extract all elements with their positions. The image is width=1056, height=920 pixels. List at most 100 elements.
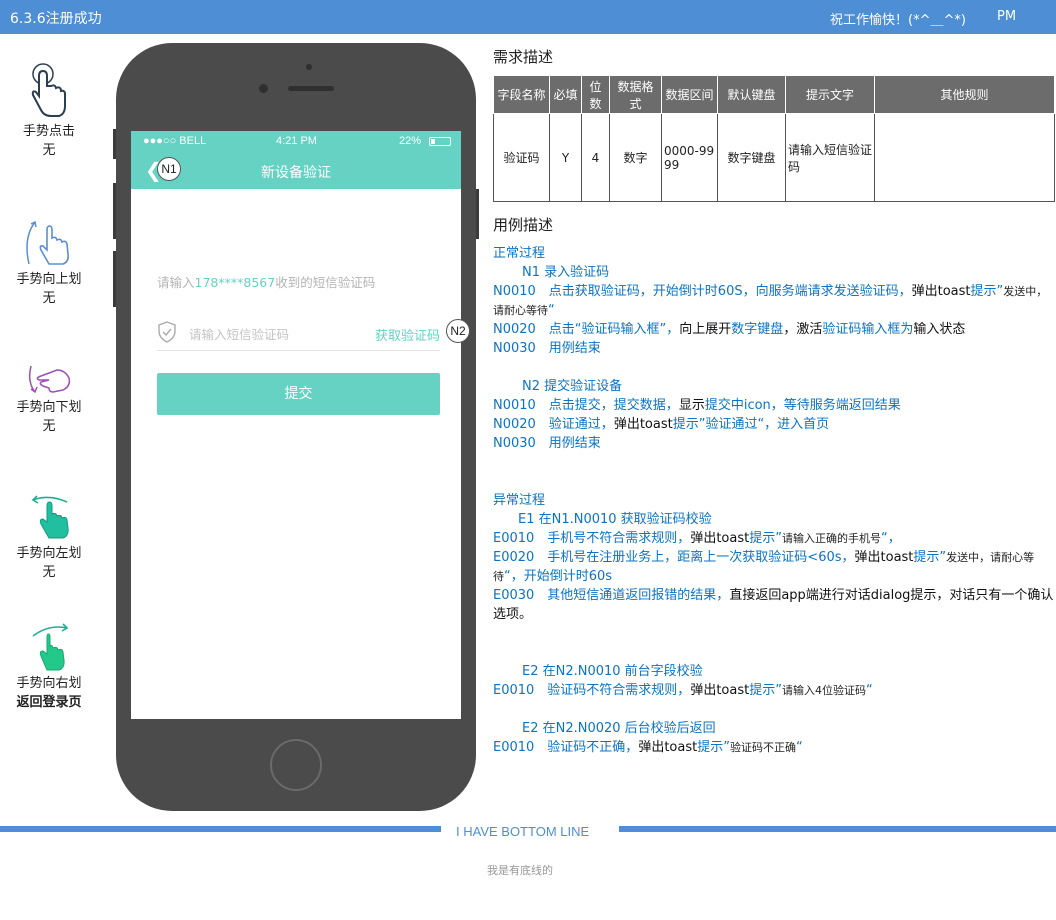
table-cell: Y — [549, 113, 582, 202]
step-text: “， — [880, 531, 901, 546]
step-text: 提示” — [749, 531, 782, 546]
earpiece-speaker — [288, 86, 334, 91]
table-cell: 数字键盘 — [717, 113, 786, 202]
usecase-e2a-block: E2 在N2.N0010 前台字段校验 E0010 验证码不符合需求规则，弹出t… — [493, 662, 1055, 700]
normal-process-title: 正常过程 — [493, 246, 546, 261]
gesture-label: 手势向右划 — [16, 676, 82, 691]
hint-suffix: 收到的短信验证码 — [275, 275, 376, 290]
home-button[interactable] — [270, 739, 322, 791]
bottom-line-text: I HAVE BOTTOM LINE — [456, 824, 590, 839]
annotation-badge-n1: N1 — [157, 157, 181, 181]
step-text: “，开始倒计时60s — [504, 569, 613, 584]
step-text: “ — [548, 303, 555, 318]
e1-step-0010: E0010 手机号不符合需求规则，弹出toast提示”请输入正确的手机号“， — [493, 529, 1055, 548]
hint-prefix: 请输入 — [157, 275, 195, 290]
gesture-action: 无 — [42, 419, 56, 434]
step-text: E0030 其他短信通道返回报错的结果， — [493, 588, 730, 603]
phone-mockup: ●●●○○ BELL 4:21 PM 22% ❮ 新设备验证 N1 请输入178… — [113, 43, 479, 811]
column-header: 默认键盘 — [717, 75, 786, 114]
power-button — [476, 189, 479, 239]
bottom-divider-right — [619, 826, 1056, 832]
carrier-signal: ●●●○○ BELL — [143, 135, 207, 147]
step-text: ，激活 — [783, 322, 823, 337]
battery-percent: 22% — [399, 135, 422, 147]
annotation-badge-n2: N2 — [446, 319, 470, 343]
step-text: 弹出toast — [638, 740, 698, 755]
abnormal-process-title: 异常过程 — [493, 493, 546, 508]
e2b-step-0010: E0010 验证码不正确，弹出toast提示”验证码不正确“ — [493, 738, 1055, 757]
swipe-up-hand-icon — [26, 220, 69, 265]
step-text: N0010 点击获取验证码，开始倒计时60S，向服务端请求发送验证码， — [493, 284, 912, 299]
phone-screen: ●●●○○ BELL 4:21 PM 22% ❮ 新设备验证 N1 请输入178… — [131, 131, 461, 719]
gesture-swipe-right: 手势向右划 返回登录页 — [0, 622, 98, 712]
step-text: E0020 手机号在注册业务上，距离上一次获取验证码<60s， — [493, 550, 855, 565]
table-header-row: 字段名称 必填 位数 数据格式 数据区间 默认键盘 提示文字 其他规则 — [493, 75, 1055, 114]
masked-phone-number: 178****8567 — [194, 275, 276, 290]
shield-check-icon — [158, 321, 176, 343]
bottom-subtext: 我是有底线的 — [487, 864, 553, 877]
status-bar: ●●●○○ BELL 4:21 PM 22% — [131, 131, 461, 153]
step-text: 请输入4位验证码 — [781, 684, 866, 697]
table-cell: 数字 — [609, 113, 662, 202]
step-text: E0010 验证码不符合需求规则， — [493, 683, 691, 698]
column-header: 字段名称 — [493, 75, 550, 114]
mute-switch — [113, 129, 116, 159]
column-header: 数据格式 — [609, 75, 662, 114]
table-cell: 验证码 — [493, 113, 550, 202]
gesture-action: 无 — [42, 143, 56, 158]
gesture-swipe-down: 手势向下划 无 — [0, 362, 98, 436]
step-text: N0020 点击“验证码输入框”， — [493, 322, 680, 337]
step-text: 请输入正确的手机号 — [781, 532, 881, 545]
verification-code-row: 请输入短信验证码 获取验证码 — [157, 319, 440, 351]
verification-code-input[interactable]: 请输入短信验证码 — [189, 324, 289, 343]
sms-hint-text: 请输入178****8567收到的短信验证码 — [157, 272, 375, 291]
usecase-e2b-block: E2 在N2.N0020 后台校验后返回 E0010 验证码不正确，弹出toas… — [493, 719, 1055, 757]
e2a-step-0010: E0010 验证码不符合需求规则，弹出toast提示”请输入4位验证码“ — [493, 681, 1055, 700]
swipe-left-hand-icon — [31, 495, 69, 539]
table-cell — [874, 113, 1055, 202]
gesture-tap: 手势点击 无 — [0, 62, 98, 160]
n1-step-0030: N0030 用例结束 — [493, 341, 601, 356]
step-text: N0020 验证通过， — [493, 417, 614, 432]
step-text: 提示” — [749, 683, 782, 698]
battery-icon — [429, 137, 451, 146]
usecase-normal-block: 正常过程 N1 录入验证码 N0010 点击获取验证码，开始倒计时60S，向服务… — [493, 244, 1055, 358]
e2b-title: E2 在N2.N0020 后台校验后返回 — [522, 721, 716, 736]
volume-down-button — [113, 251, 116, 307]
tap-hand-icon — [31, 63, 66, 117]
table-cell: 4 — [581, 113, 610, 202]
submit-button[interactable]: 提交 — [157, 373, 440, 415]
step-text: N0010 点击提交，提交数据， — [493, 398, 679, 413]
step-text: 验证码不正确 — [729, 741, 796, 754]
e1-step-0020: E0020 手机号在注册业务上，距离上一次获取验证码<60s，弹出toast提示… — [493, 548, 1055, 586]
gesture-label: 手势点击 — [22, 124, 75, 139]
step-text: 提示” — [697, 740, 730, 755]
gesture-action: 无 — [42, 565, 56, 580]
column-header: 位数 — [581, 75, 610, 114]
step-text: 提示” — [970, 284, 1004, 299]
n1-step-0010: N0010 点击获取验证码，开始倒计时60S，向服务端请求发送验证码，弹出toa… — [493, 282, 1055, 320]
n2-step-0020: N0020 验证通过，弹出toast提示”验证通过“，进入首页 — [493, 415, 1055, 434]
step-text: “ — [795, 740, 803, 755]
bottom-divider-left — [0, 826, 441, 832]
step-text: 弹出toast — [690, 683, 750, 698]
swipe-down-hand-icon — [28, 365, 71, 394]
step-text: 弹出toast — [690, 531, 750, 546]
column-header: 数据区间 — [661, 75, 718, 114]
swipe-right-hand-icon — [32, 623, 69, 671]
step-text: 提交中icon，等待服务端返回结果 — [704, 398, 901, 413]
usecase-title: 用例描述 — [493, 216, 554, 234]
get-code-button[interactable]: 获取验证码 — [375, 325, 440, 344]
step-text: 提示” — [913, 550, 947, 565]
table-cell: 请输入短信验证码 — [785, 113, 875, 202]
usecase-abnormal-block: 异常过程 E1 在N1.N0010 获取验证码校验 E0010 手机号不符合需求… — [493, 491, 1055, 624]
column-header: 必填 — [549, 75, 582, 114]
step-text: 数字键盘 — [731, 322, 784, 337]
usecase-n2-block: N2 提交验证设备 N0010 点击提交，提交数据，显示提交中icon，等待服务… — [493, 377, 1055, 453]
gesture-swipe-up: 手势向上划 无 — [0, 218, 98, 308]
step-text: 显示 — [678, 398, 705, 413]
e2a-title: E2 在N2.N0010 前台字段校验 — [522, 664, 703, 679]
step-text: E0010 验证码不正确， — [493, 740, 639, 755]
table-cell: 0000-9999 — [661, 113, 718, 202]
table-row: 验证码 Y 4 数字 0000-9999 数字键盘 请输入短信验证码 — [493, 113, 1055, 202]
